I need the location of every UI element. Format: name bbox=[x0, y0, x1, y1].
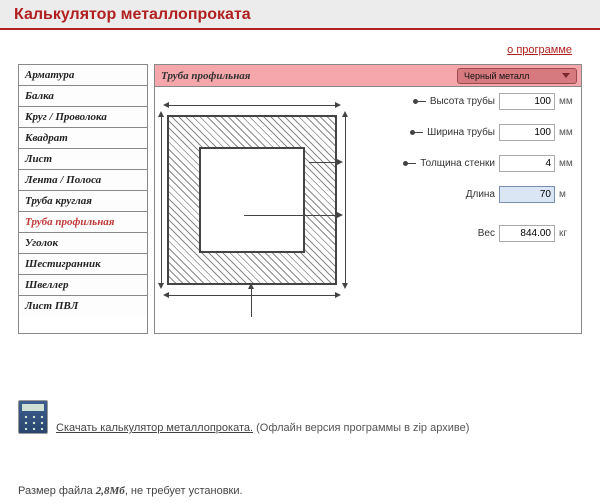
calculator-icon bbox=[18, 400, 48, 434]
sidebar-item-9[interactable]: Шестигранник bbox=[19, 254, 147, 275]
fields: Высота трубы мм Ширина трубы мм Толщина … bbox=[375, 93, 575, 242]
sidebar-item-5[interactable]: Лента / Полоса bbox=[19, 170, 147, 191]
field-length: Длина м bbox=[375, 186, 575, 203]
sidebar-item-2[interactable]: Круг / Проволока bbox=[19, 107, 147, 128]
field-label-width: Ширина трубы bbox=[427, 127, 495, 138]
sidebar-item-8[interactable]: Уголок bbox=[19, 233, 147, 254]
main-panel: Труба профильная Черный металл bbox=[154, 64, 582, 334]
field-label-weight: Вес bbox=[478, 228, 495, 239]
panel-title: Труба профильная bbox=[155, 70, 457, 82]
sidebar-item-3[interactable]: Квадрат bbox=[19, 128, 147, 149]
unit-width: мм bbox=[559, 127, 575, 138]
chevron-down-icon bbox=[562, 73, 570, 78]
unit-length: м bbox=[559, 189, 575, 200]
download-note: (Офлайн версия программы в zip архиве) bbox=[256, 422, 469, 434]
header: Калькулятор металлопроката bbox=[0, 0, 600, 30]
page-title: Калькулятор металлопроката bbox=[14, 6, 586, 24]
unit-wall: мм bbox=[559, 158, 575, 169]
weight-output[interactable] bbox=[499, 225, 555, 242]
field-label-height: Высота трубы bbox=[430, 96, 495, 107]
field-weight: Вес кг bbox=[375, 225, 575, 242]
material-select-value: Черный металл bbox=[464, 71, 529, 81]
profile-diagram bbox=[167, 115, 337, 285]
sidebar-item-4[interactable]: Лист bbox=[19, 149, 147, 170]
material-select[interactable]: Черный металл bbox=[457, 68, 577, 84]
about-link[interactable]: о программе bbox=[507, 44, 572, 56]
filesize-note: Размер файла 2,8Мб, не требует установки… bbox=[18, 485, 243, 497]
length-input[interactable] bbox=[499, 186, 555, 203]
field-label-length: Длина bbox=[466, 189, 495, 200]
field-wall: Толщина стенки мм bbox=[375, 155, 575, 172]
sidebar-item-10[interactable]: Швеллер bbox=[19, 275, 147, 296]
unit-height: мм bbox=[559, 96, 575, 107]
field-height: Высота трубы мм bbox=[375, 93, 575, 110]
field-label-wall: Толщина стенки bbox=[420, 158, 495, 169]
field-width: Ширина трубы мм bbox=[375, 124, 575, 141]
width-input[interactable] bbox=[499, 124, 555, 141]
wall-input[interactable] bbox=[499, 155, 555, 172]
sidebar-item-1[interactable]: Балка bbox=[19, 86, 147, 107]
sidebar-item-7[interactable]: Труба профильная bbox=[19, 212, 147, 233]
download-link[interactable]: Скачать калькулятор металлопроката. bbox=[56, 422, 253, 434]
download-block: Скачать калькулятор металлопроката. (Офл… bbox=[18, 400, 469, 434]
sidebar-item-11[interactable]: Лист ПВЛ bbox=[19, 296, 147, 316]
unit-weight: кг bbox=[559, 228, 575, 239]
sidebar-item-0[interactable]: Арматура bbox=[19, 65, 147, 86]
height-input[interactable] bbox=[499, 93, 555, 110]
sidebar-item-6[interactable]: Труба круглая bbox=[19, 191, 147, 212]
sidebar: АрматураБалкаКруг / ПроволокаКвадратЛист… bbox=[18, 64, 148, 334]
